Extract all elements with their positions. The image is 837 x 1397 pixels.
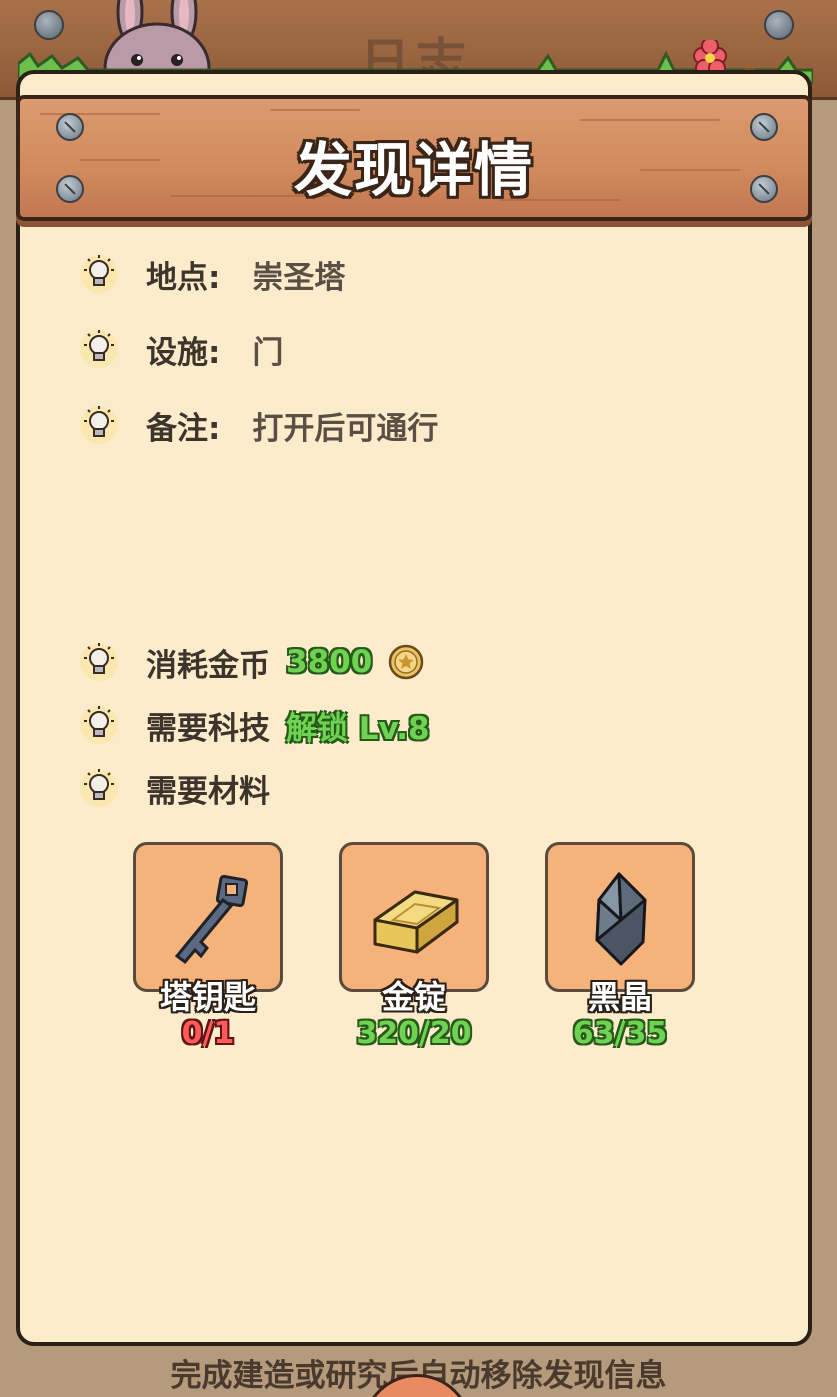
material-name-black-crystal: 黑晶 <box>587 978 652 1016</box>
lightbulb-icon <box>80 406 118 444</box>
tech-requirement-value: 解锁 Lv.8 <box>286 710 430 747</box>
screw-icon <box>34 10 64 40</box>
header-wood-sign: 发现详情 <box>16 95 812 221</box>
lightbulb-icon <box>80 706 118 744</box>
lightbulb-icon <box>80 330 118 368</box>
note-row: 备注: 打开后可通行 <box>78 403 438 447</box>
lightbulb-icon <box>80 643 118 681</box>
note-value: 打开后可通行 <box>252 410 439 447</box>
gold-coin-icon <box>389 644 424 680</box>
tech-requirement-row: 需要科技 解锁 Lv.8 <box>78 703 430 747</box>
location-label: 地点: <box>146 259 221 296</box>
location-row: 地点: 崇圣塔 <box>78 252 345 296</box>
note-label: 备注: <box>146 410 221 447</box>
material-slot-gold-ingot[interactable] <box>339 842 489 992</box>
material-name-gold-ingot: 金锭 <box>381 978 446 1016</box>
gold-ingot-icon <box>373 890 459 954</box>
materials-requirement-label: 需要材料 <box>146 773 270 810</box>
tech-requirement-label: 需要科技 <box>146 710 270 747</box>
black-crystal-icon <box>595 872 647 966</box>
material-name-tower-key: 塔钥匙 <box>159 978 256 1016</box>
lightbulb-icon <box>80 255 118 293</box>
material-count-black-crystal: 63/35 <box>572 1016 668 1051</box>
lightbulb-icon <box>80 769 118 807</box>
page-title: 发现详情 <box>293 136 534 204</box>
coin-cost-value: 3800 <box>286 644 373 680</box>
material-count-gold-ingot: 320/20 <box>356 1016 472 1051</box>
materials-requirement-row: 需要材料 <box>78 766 270 810</box>
coin-cost-row: 消耗金币 3800 <box>78 640 424 684</box>
material-slot-tower-key[interactable] <box>133 842 283 992</box>
key-icon <box>174 874 249 965</box>
screw-icon <box>764 10 794 40</box>
material-count-tower-key: 0/1 <box>181 1016 235 1051</box>
location-value: 崇圣塔 <box>252 259 346 296</box>
facility-value: 门 <box>252 334 284 371</box>
coin-cost-label: 消耗金币 <box>146 647 270 684</box>
material-slot-black-crystal[interactable] <box>545 842 695 992</box>
facility-row: 设施: 门 <box>78 327 283 371</box>
facility-label: 设施: <box>146 334 221 371</box>
